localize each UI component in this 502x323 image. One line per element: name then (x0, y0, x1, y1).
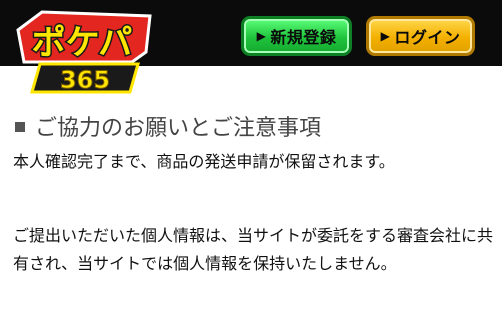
notice-paragraph-1: 本人確認完了まで、商品の発送申請が保留されます。 (13, 152, 395, 171)
login-label: ログイン (394, 28, 461, 47)
logo-main-text: ポケパ (32, 23, 133, 63)
register-label: 新規登録 (270, 28, 337, 47)
register-button[interactable]: ▶ 新規登録 (241, 16, 352, 56)
header-bar: ポケパ 365 ▶ 新規登録 ▶ ログイン (0, 0, 502, 95)
section-title-text: ご協力のお願いとご注意事項 (35, 116, 322, 141)
login-button[interactable]: ▶ ログイン (366, 16, 475, 56)
square-bullet-icon (15, 122, 25, 132)
section-title: ご協力のお願いとご注意事項 (15, 110, 321, 142)
logo-sub-text: 365 (60, 66, 110, 94)
play-arrow-icon: ▶ (380, 29, 391, 43)
play-arrow-icon: ▶ (256, 29, 267, 43)
notice-paragraph-2: ご提出いただいた個人情報は、当サイトが委託をする審査会社に共有され、当サイトでは… (13, 226, 494, 273)
site-logo[interactable]: ポケパ 365 (14, 8, 154, 100)
